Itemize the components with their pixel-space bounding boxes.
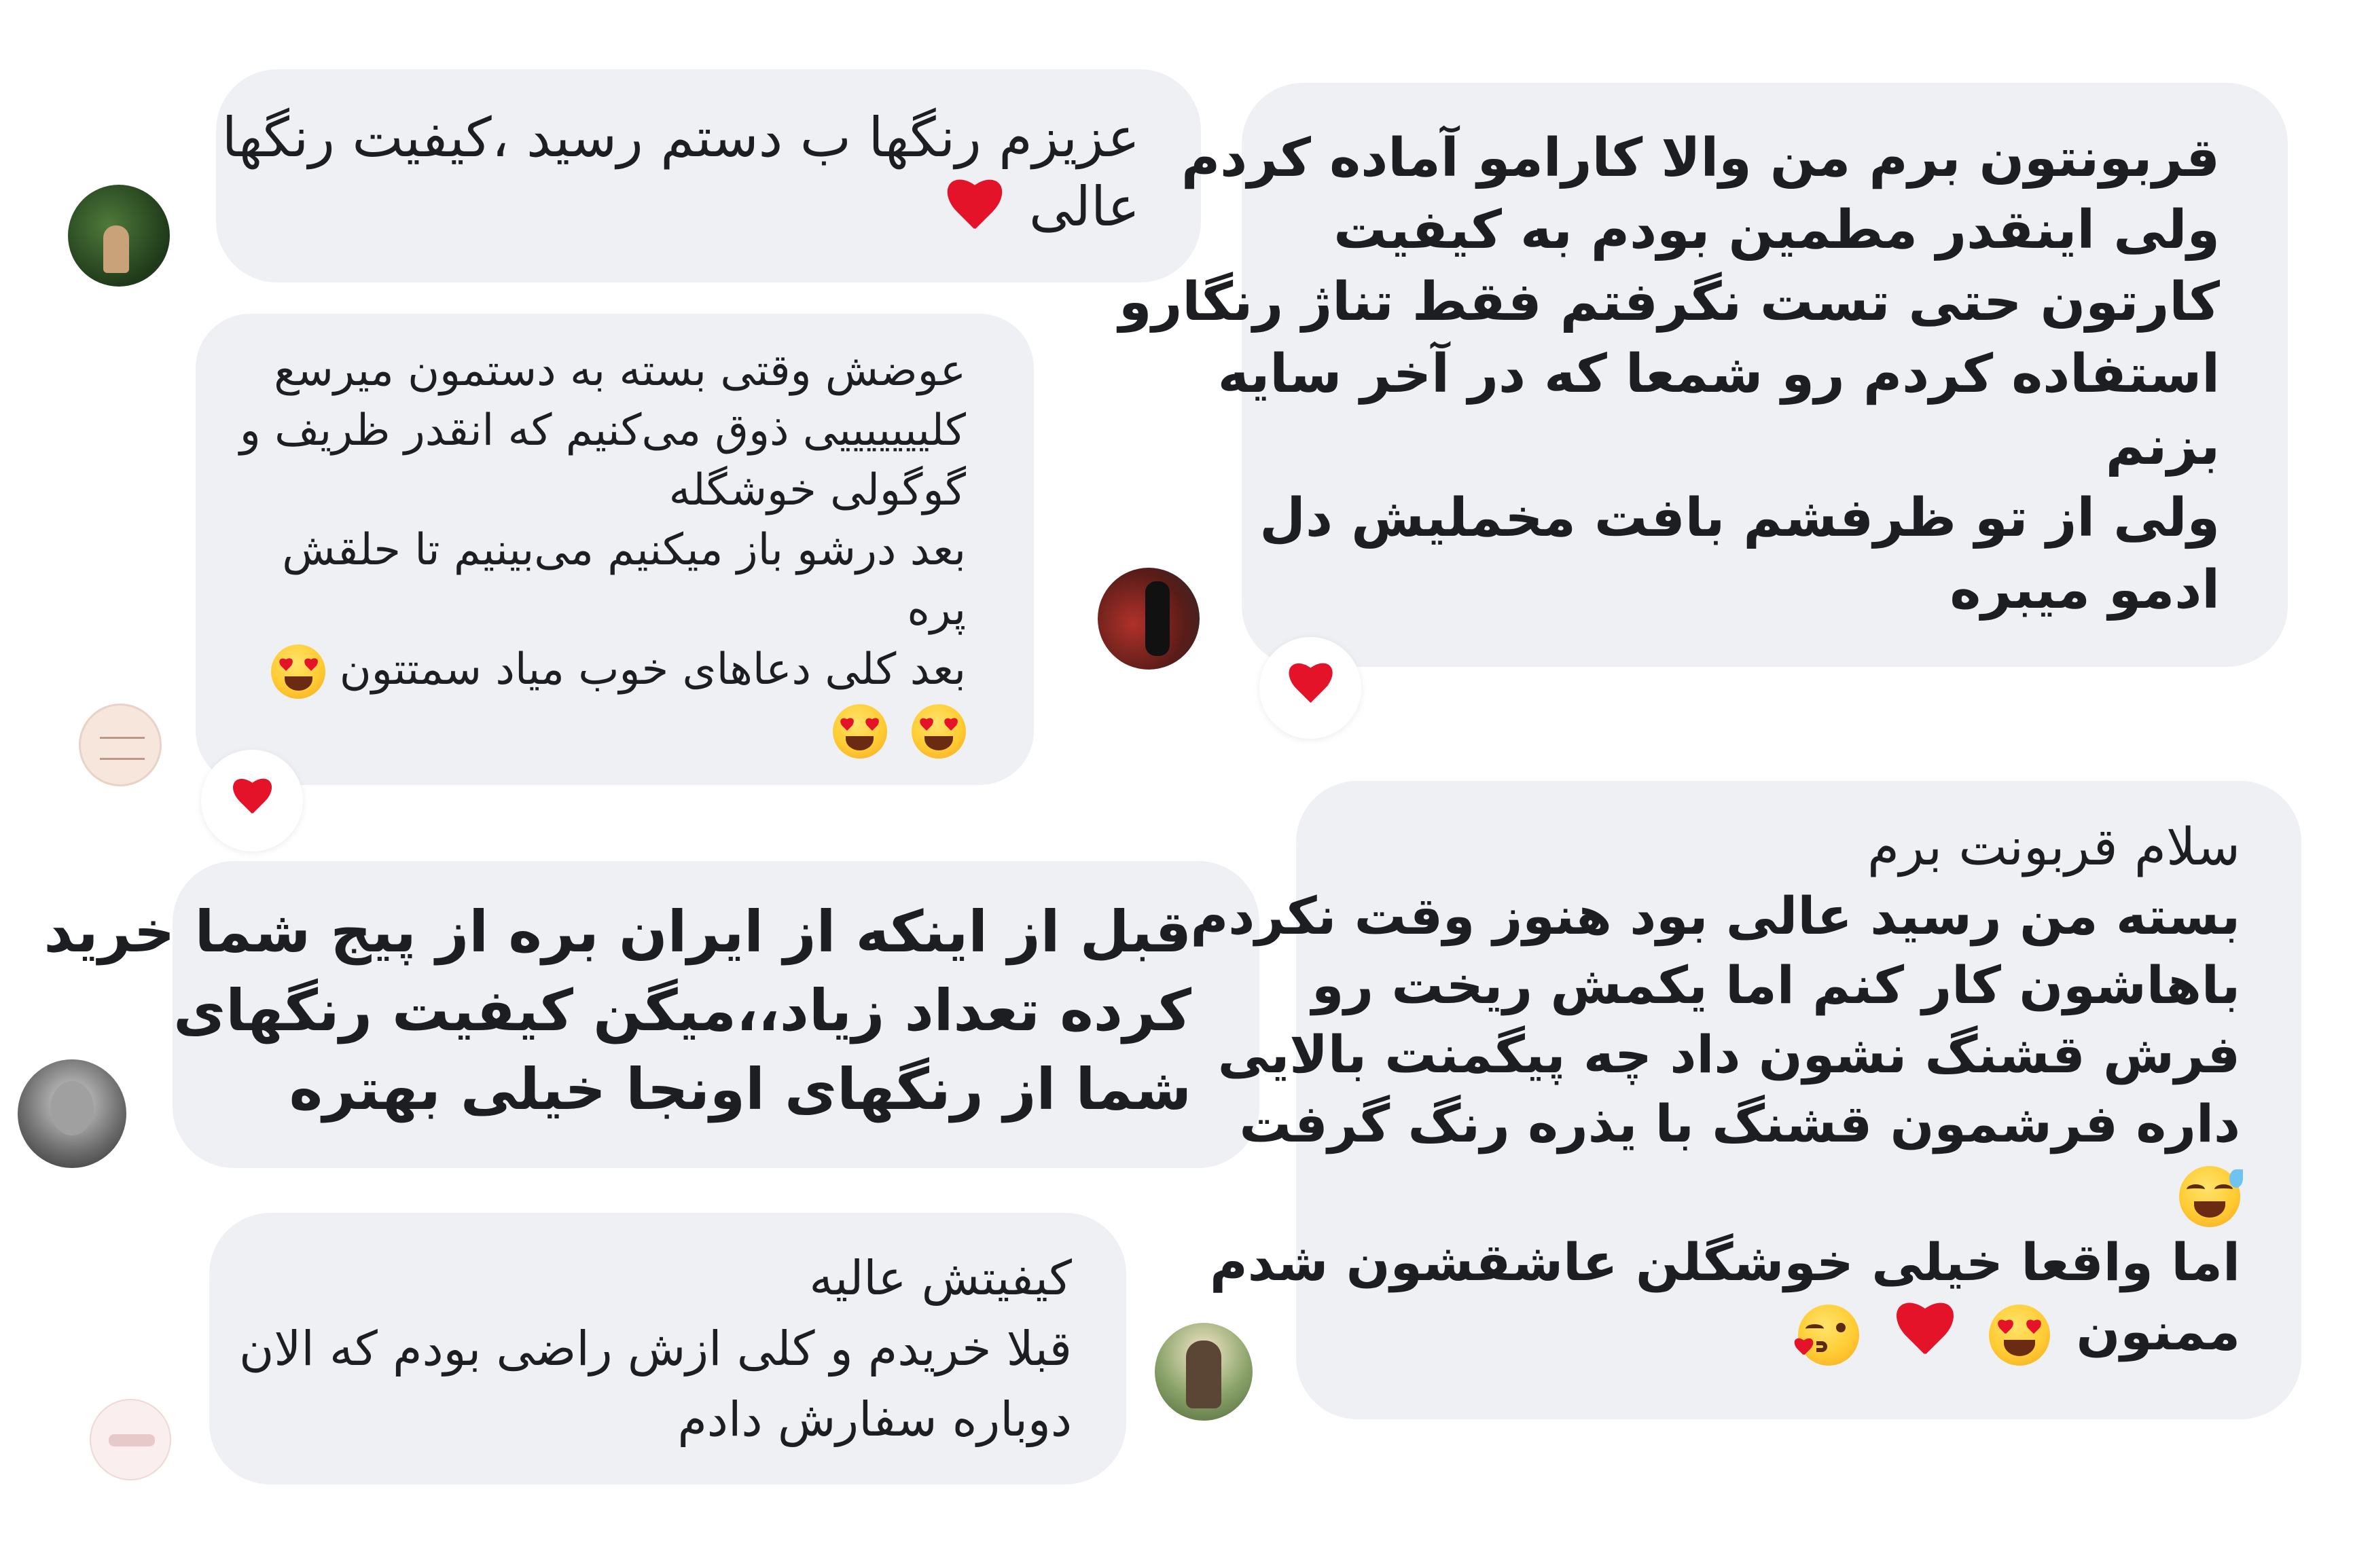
red-heart-icon	[1286, 663, 1335, 712]
comment-text: بعد درشو باز میکنیم می‌بینیم تا حلقش	[282, 525, 966, 575]
comment-text: کارتون حتی تست نگرفتم فقط تناژ رنگارو	[1119, 272, 2220, 333]
comment-text: کیفیتش عالیه	[809, 1250, 1072, 1306]
comment-bubble: عزیزم رنگها ب دستم رسید ،کیفیت رنگها عال…	[216, 69, 1201, 282]
red-heart-icon	[1892, 1303, 1956, 1367]
comment-text: ولی اینقدر مطمین بودم به کیفیت	[1333, 200, 2220, 261]
comment-text: ولی از تو ظرفشم بافت مخملیش دل	[1259, 488, 2220, 549]
comment-text-line: عالی	[264, 172, 1140, 242]
avatar-figure	[103, 225, 129, 273]
heart-eyes-icon	[1988, 1305, 2050, 1366]
comment-text: گوگولی خوشگله	[668, 465, 966, 515]
comment-text: بزنم	[2105, 416, 2220, 477]
grinning-sweat-icon	[2179, 1166, 2243, 1227]
avatar-figure	[1145, 581, 1170, 656]
avatar[interactable]	[79, 704, 162, 786]
sweat-drop-icon	[2229, 1169, 2243, 1188]
comment-text-line: بعد کلی دعاهای خوب میاد سمتتون	[236, 640, 966, 699]
comment-text: باهاشون کار کنم اما یکمش ریخت رو	[1312, 955, 2240, 1015]
comment-text: داره فرشمون قشنگ با یذره رنگ گرفت	[1239, 1093, 2240, 1154]
comment-bubble: قربونتون برم من والا کارامو آماده کردم و…	[1119, 83, 2288, 667]
comment-bubble: کیفیتش عالیه قبلا خریدم و کلی ازش راضی ب…	[209, 1213, 1126, 1484]
comment-text: قبل از اینکه از ایران بره از پیج شما خری…	[43, 898, 1191, 965]
comment-text: شما از رنگهای اونجا خیلی بهتره	[289, 1056, 1191, 1123]
red-heart-icon	[230, 779, 274, 822]
comment-text: سلام قربونت برم	[1867, 816, 2240, 877]
comment-text: عالی	[1028, 175, 1140, 238]
comment-text: عوضش وقتی بسته به دستمون میرسع	[274, 346, 966, 396]
avatar-logo-text	[109, 1434, 155, 1446]
red-heart-icon	[944, 180, 1005, 241]
comment-text: عزیزم رنگها ب دستم رسید ،کیفیت رنگها	[221, 106, 1140, 169]
comment-text: فرش قشنگ نشون داد چه پیگمنت بالایی	[1217, 1024, 2240, 1084]
avatar[interactable]	[68, 185, 170, 287]
comment-text: قربونتون برم من والا کارامو آماده کردم	[1181, 128, 2220, 189]
comment-text-line: ممنون	[1337, 1297, 2240, 1367]
comment-bubble: عوضش وقتی بسته به دستمون میرسع کلییییییی…	[196, 314, 1034, 785]
comment-text: پره	[907, 585, 966, 635]
comment-text: دوباره سفارش دادم	[677, 1391, 1072, 1447]
avatar[interactable]	[1155, 1323, 1253, 1421]
avatar-figure	[50, 1081, 94, 1135]
emoji-line	[236, 699, 966, 759]
comment-text: بعد کلی دعاهای خوب میاد سمتتون	[339, 644, 966, 695]
kissing-heart-icon	[1798, 1305, 1860, 1366]
comment-text: کرده تعداد زیاد،،میگن کیفیت رنگهای	[173, 977, 1191, 1044]
comment-text: قبلا خریدم و کلی ازش راضی بودم که الان	[239, 1321, 1072, 1376]
comment-text: اما واقعا خیلی خوشگلن عاشقشون شدم	[1210, 1232, 2240, 1292]
comment-bubble: سلام قربونت برم بسته من رسید عالی بود هن…	[1190, 781, 2301, 1419]
heart-eyes-icon	[832, 704, 887, 759]
avatar[interactable]	[18, 1059, 126, 1168]
avatar[interactable]	[90, 1399, 171, 1480]
comment-text: استفاده کردم رو شمعا که در آخر سایه	[1217, 344, 2220, 405]
emoji-line	[1337, 1159, 2243, 1228]
reaction-badge[interactable]	[1259, 637, 1361, 739]
heart-eyes-icon	[912, 704, 966, 759]
comment-text: ممنون	[2076, 1301, 2240, 1362]
avatar-logo-text	[100, 737, 145, 760]
comment-bubble: قبل از اینکه از ایران بره از پیج شما خری…	[43, 861, 1259, 1168]
avatar-figure	[1186, 1341, 1221, 1408]
comment-text: بسته من رسید عالی بود هنوز وقت نکردم	[1190, 886, 2240, 946]
reaction-badge[interactable]	[201, 750, 303, 852]
avatar[interactable]	[1098, 568, 1200, 670]
comment-text: کلیییییییی ذوق می‌کنیم که انقدر ظریف و	[239, 405, 966, 456]
comment-text: ادمو میبره	[1950, 560, 2220, 621]
heart-eyes-icon	[271, 644, 326, 699]
